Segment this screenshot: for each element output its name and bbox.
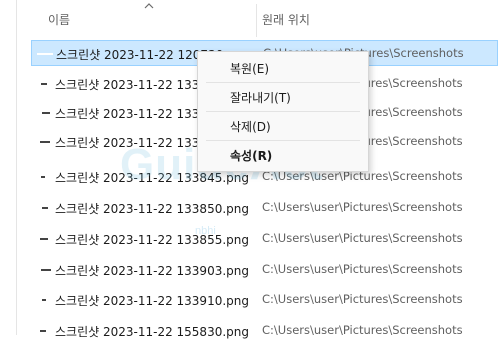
file-thumbnail-icon: [34, 296, 52, 304]
file-thumbnail-icon: [34, 266, 52, 274]
menu-item-delete[interactable]: 삭제(D): [202, 113, 364, 139]
menu-item-restore[interactable]: 복원(E): [202, 55, 364, 81]
file-thumbnail-icon: [34, 80, 52, 88]
menu-separator: [206, 111, 360, 112]
file-name: 스크린샷 2023-11-22 133855.png: [55, 233, 249, 247]
table-row[interactable]: 스크린샷 2023-11-22 133855.png C:\Users\user\…: [31, 226, 498, 252]
file-thumbnail-icon: [35, 50, 53, 58]
file-name: 스크린샷 2023-11-22 133903.png: [55, 264, 249, 278]
column-header: 이름 원래 위치: [17, 0, 498, 37]
menu-item-cut[interactable]: 잘라내기(T): [202, 84, 364, 110]
file-name: 스크린샷 2023-11-22 133850.png: [55, 202, 249, 216]
column-divider[interactable]: [256, 4, 257, 37]
table-row[interactable]: 스크린샷 2023-11-22 133850.png C:\Users\user\…: [31, 195, 498, 221]
file-name: 스크린샷 2023-11-22 133: [55, 78, 200, 92]
file-thumbnail-icon: [34, 109, 52, 117]
file-thumbnail-icon: [34, 204, 52, 212]
column-header-original-location[interactable]: 원래 위치: [262, 11, 310, 28]
pane-left-border: [16, 0, 17, 335]
file-name: 스크린샷 2023-11-22 133910.png: [55, 294, 249, 308]
file-thumbnail-icon: [34, 173, 52, 181]
file-name: 스크린샷 2023-11-22 133: [55, 107, 200, 121]
menu-item-label: 복원(E): [230, 62, 270, 76]
file-thumbnail-icon: [34, 138, 52, 146]
file-name: 스크린샷 2023-11-22 155830.png: [55, 325, 249, 339]
column-header-name[interactable]: 이름: [48, 11, 70, 28]
menu-item-label: 속성(R): [230, 149, 273, 163]
menu-separator: [206, 82, 360, 83]
menu-item-properties[interactable]: 속성(R): [202, 142, 364, 168]
original-location: C:\Users\user\Pictures\Screenshots: [262, 262, 463, 276]
menu-item-label: 삭제(D): [230, 120, 271, 134]
table-row[interactable]: 스크린샷 2023-11-22 133903.png C:\Users\user\…: [31, 257, 498, 283]
sort-ascending-icon[interactable]: [144, 2, 154, 10]
file-thumbnail-icon: [34, 235, 52, 243]
file-thumbnail-icon: [34, 327, 52, 335]
table-row[interactable]: 스크린샷 2023-11-22 155830.png C:\Users\user\…: [31, 318, 498, 344]
menu-separator: [206, 140, 360, 141]
original-location: C:\Users\user\Pictures\Screenshots: [262, 231, 463, 245]
original-location: C:\Users\user\Pictures\Screenshots: [262, 200, 463, 214]
context-menu: 복원(E) 잘라내기(T) 삭제(D) 속성(R): [197, 51, 369, 172]
original-location: C:\Users\user\Pictures\Screenshots: [262, 292, 463, 306]
file-name: 스크린샷 2023-11-22 133: [55, 136, 200, 150]
menu-item-label: 잘라내기(T): [230, 91, 291, 105]
table-row[interactable]: 스크린샷 2023-11-22 133910.png C:\Users\user\…: [31, 287, 498, 313]
